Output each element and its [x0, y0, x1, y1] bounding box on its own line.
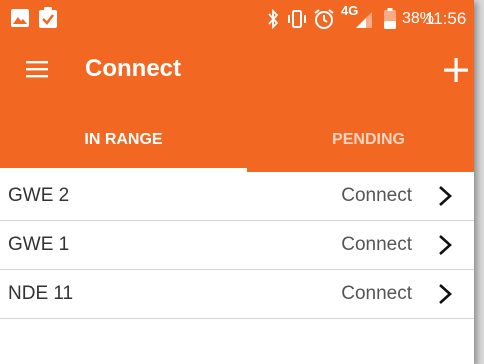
status-bar: 4G 38% 11:56 11:56 — [0, 0, 474, 38]
device-name: GWE 1 — [8, 234, 70, 255]
list-item[interactable]: NDE 11 Connect — [0, 270, 474, 319]
clock-time-display: 11:56 — [425, 9, 467, 28]
chevron-right-icon[interactable] — [438, 283, 452, 305]
connect-label[interactable]: Connect — [341, 234, 412, 256]
signal-strength-icon — [356, 12, 372, 28]
list-item[interactable]: GWE 1 Connect — [0, 221, 474, 270]
image-notification-icon — [11, 9, 29, 27]
plus-icon[interactable] — [444, 58, 468, 82]
vibrate-icon — [288, 10, 306, 28]
device-list: GWE 2 Connect GWE 1 Connect NDE 11 Conne… — [0, 172, 474, 319]
device-name: GWE 2 — [8, 185, 70, 206]
tab-pending[interactable]: PENDING — [247, 102, 474, 172]
battery-icon — [384, 8, 396, 29]
chevron-right-icon[interactable] — [438, 185, 452, 207]
bluetooth-icon — [268, 9, 279, 29]
hamburger-menu-icon[interactable] — [26, 60, 48, 78]
connect-label[interactable]: Connect — [341, 283, 412, 305]
app-screen: 4G 38% 11:56 11:56 Connect IN RANGE — [0, 0, 474, 364]
device-name: NDE 11 — [8, 283, 74, 304]
alarm-icon — [314, 9, 334, 29]
tab-in-range-label: IN RANGE — [84, 131, 163, 148]
tab-bar: IN RANGE PENDING — [0, 102, 474, 172]
connect-label[interactable]: Connect — [341, 185, 412, 207]
toolbar: Connect — [0, 38, 474, 102]
chevron-right-icon[interactable] — [438, 234, 452, 256]
list-item[interactable]: GWE 2 Connect — [0, 172, 474, 221]
clipboard-check-notification-icon — [39, 7, 57, 28]
tab-pending-label: PENDING — [332, 131, 405, 148]
page-title: Connect — [85, 55, 181, 82]
tab-in-range[interactable]: IN RANGE — [0, 102, 247, 172]
